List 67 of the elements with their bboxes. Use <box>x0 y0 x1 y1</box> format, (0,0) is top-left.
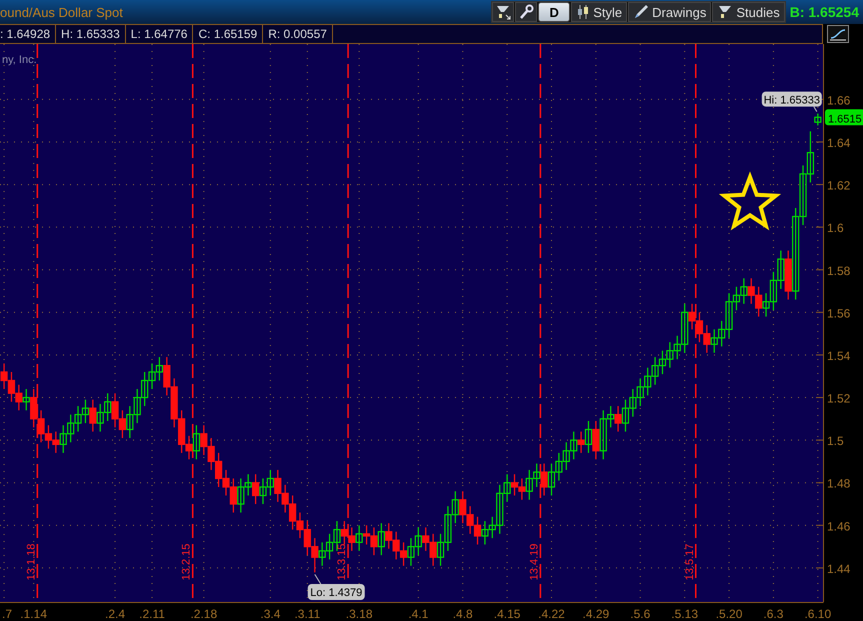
quote-value: : 1.64928 <box>0 25 56 43</box>
y-axis-label: 1.54 <box>827 348 850 363</box>
x-axis-label: .3.18 <box>346 607 372 621</box>
x-axis-label: .1.14 <box>20 607 47 621</box>
bid-price: B: 1.65254 <box>788 4 860 20</box>
x-axis-label: .5.13 <box>671 607 698 621</box>
up-candle <box>584 420 592 453</box>
y-axis-label: 1.46 <box>827 519 850 534</box>
company-text: ny, Inc. <box>2 54 37 66</box>
x-axis-label: .6.3 <box>763 607 784 621</box>
expiry-label: 13.2.15 <box>180 544 193 580</box>
down-candle <box>89 400 96 432</box>
y-axis-label: 1.6 <box>827 221 844 236</box>
x-axis-label: .5.20 <box>716 607 742 621</box>
x-axis-label: .4.15 <box>494 607 520 621</box>
down-candle <box>784 250 792 300</box>
wrench-icon[interactable] <box>515 2 538 22</box>
y-axis-label: 1.44 <box>827 562 850 576</box>
x-axis-label: .2.18 <box>190 607 218 621</box>
x-axis-label: .6.10 <box>804 607 832 621</box>
expiry-label: 13.5.17 <box>684 544 696 580</box>
y-axis-label: 1.52 <box>827 392 850 406</box>
down-candle <box>578 432 585 453</box>
down-candle <box>252 474 260 504</box>
down-candle <box>540 464 548 496</box>
x-axis-label: .7 <box>2 607 12 621</box>
style-button[interactable]: Style <box>571 2 628 22</box>
x-axis-label: .4.1 <box>408 607 428 621</box>
x-axis-label: .5.6 <box>630 607 650 621</box>
quote-value: R: 0.00557 <box>263 25 333 43</box>
x-axis-label: .2.4 <box>105 607 126 621</box>
drawings-button[interactable]: Drawings <box>628 2 712 22</box>
y-axis-label: 1.64 <box>827 136 850 150</box>
x-axis-label: .4.29 <box>582 607 610 621</box>
down-candle <box>614 406 622 432</box>
candlestick-icon <box>576 4 590 20</box>
quote-value: H: 1.65333 <box>56 25 126 43</box>
x-axis-label: .2.11 <box>139 607 165 621</box>
y-axis-label: 1.66 <box>827 93 850 108</box>
x-axis-label: .3.11 <box>294 607 320 621</box>
expiry-label: 13.3.15 <box>336 544 348 580</box>
last-price-tag: 1.6515 <box>825 109 863 126</box>
y-axis-label: 1.62 <box>827 178 850 193</box>
quote-value: L: 1.64776 <box>126 25 194 43</box>
up-candle <box>378 523 385 556</box>
expiry-label: 13.4.19 <box>528 544 540 580</box>
up-candle <box>192 425 200 460</box>
down-candle <box>592 420 600 460</box>
up-candle <box>356 525 363 551</box>
y-axis-label: 1.48 <box>827 476 850 491</box>
up-candle <box>814 114 822 126</box>
y-axis-label: 1.58 <box>827 264 850 278</box>
studies-button[interactable]: Studies <box>712 2 785 22</box>
quote-value: C: 1.65159 <box>193 25 264 43</box>
x-axis-label: .4.22 <box>538 607 565 621</box>
chart-tool-icon[interactable] <box>492 2 514 22</box>
x-axis-label: .4.8 <box>452 607 473 621</box>
up-candle <box>22 389 30 410</box>
period-button[interactable]: D <box>538 2 570 22</box>
x-axis-label: .3.4 <box>260 607 280 621</box>
curve-icon[interactable] <box>827 25 849 43</box>
y-axis-label: 1.56 <box>827 306 850 320</box>
y-axis-label: 1.5 <box>827 434 844 448</box>
high-label: Hi: 1.65333 <box>762 92 822 112</box>
window-title: ound/Aus Dollar Spot <box>0 4 124 20</box>
pencil-icon <box>633 4 650 20</box>
expiry-label: 13.1.18 <box>25 544 38 580</box>
